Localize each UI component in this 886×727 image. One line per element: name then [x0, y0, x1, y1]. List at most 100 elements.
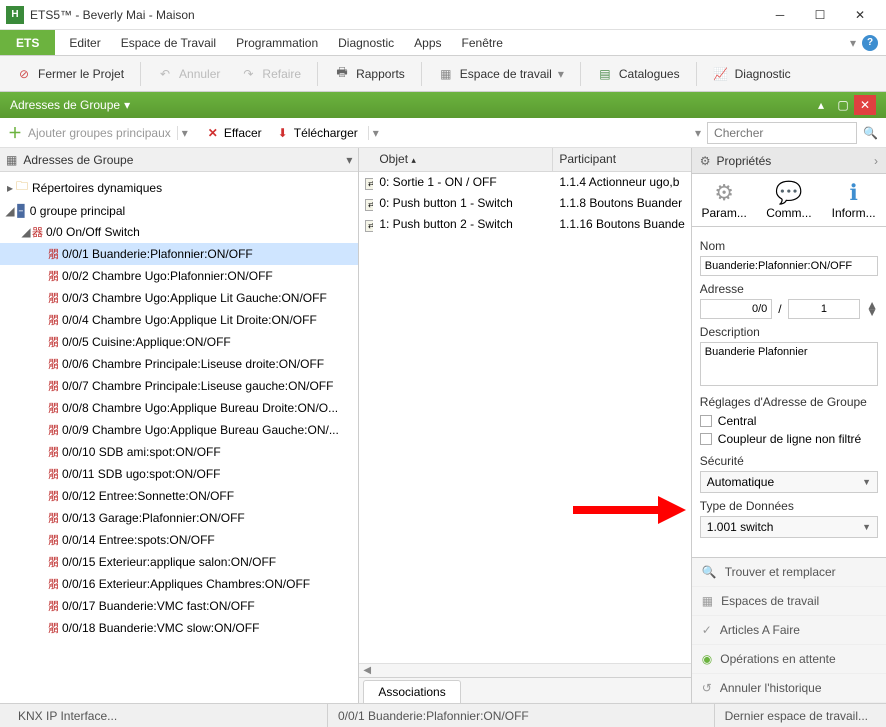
- split-chevron-icon[interactable]: ▾: [177, 126, 188, 140]
- dropdown-chevron-icon[interactable]: ▾: [850, 36, 856, 50]
- security-dropdown[interactable]: Automatique ▼: [700, 471, 878, 493]
- tab-associations[interactable]: Associations: [363, 680, 460, 703]
- menu-bar: ETS Editer Espace de Travail Programmati…: [0, 30, 886, 56]
- filter-chevron-icon[interactable]: ▾: [695, 126, 701, 140]
- search-icon: 🔍: [702, 565, 717, 579]
- tree-group-address[interactable]: 朤0/0/9 Chambre Ugo:Applique Bureau Gauch…: [0, 419, 358, 441]
- catalogs-button[interactable]: ▤ Catalogues: [589, 62, 688, 86]
- status-interface[interactable]: KNX IP Interface...: [8, 704, 328, 727]
- minimize-button[interactable]: ─: [760, 1, 800, 29]
- tree-group-address[interactable]: 朤0/0/5 Cuisine:Applique:ON/OFF: [0, 331, 358, 353]
- tab-info[interactable]: ℹ Inform...: [821, 178, 886, 222]
- tree-mid-group[interactable]: ◢器0/0 On/Off Switch: [0, 221, 358, 243]
- chevron-right-icon[interactable]: ›: [874, 154, 878, 168]
- close-button[interactable]: ✕: [840, 1, 880, 29]
- spinner-down-icon[interactable]: ▼: [866, 309, 878, 316]
- tree-group-address[interactable]: 朤0/0/16 Exterieur:Appliques Chambres:ON/…: [0, 573, 358, 595]
- title-bar: H ETS5™ - Beverly Mai - Maison ─ ☐ ✕: [0, 0, 886, 30]
- menu-diagnostic[interactable]: Diagnostic: [328, 30, 404, 55]
- tree-group-address[interactable]: 朤0/0/15 Exterieur:applique salon:ON/OFF: [0, 551, 358, 573]
- tree-group-address[interactable]: 朤0/0/7 Chambre Principale:Liseuse gauche…: [0, 375, 358, 397]
- checkbox-central-label: Central: [718, 414, 757, 428]
- redo-button[interactable]: ↷ Refaire: [232, 62, 309, 86]
- menu-programming[interactable]: Programmation: [226, 30, 328, 55]
- workspace-button[interactable]: ▦ Espace de travail ▾: [430, 62, 572, 86]
- col-object[interactable]: Objet ▴: [373, 148, 553, 171]
- link-pending[interactable]: ◉ Opérations en attente: [692, 645, 886, 674]
- tree-group-address[interactable]: 朤0/0/8 Chambre Ugo:Applique Bureau Droit…: [0, 397, 358, 419]
- chevron-down-icon[interactable]: ▾: [124, 98, 130, 112]
- link-undo-history[interactable]: ↺ Annuler l'historique: [692, 674, 886, 703]
- tree-dynamic-folders[interactable]: ▸🗀Répertoires dynamiques: [0, 174, 358, 201]
- menu-apps[interactable]: Apps: [404, 30, 451, 55]
- panel-close-button[interactable]: ✕: [854, 95, 876, 115]
- datatype-dropdown[interactable]: 1.001 switch ▼: [700, 516, 878, 538]
- tree-header[interactable]: ▦ Adresses de Groupe ▾: [0, 148, 358, 172]
- table-row[interactable]: ⇄0: Sortie 1 - ON / OFF1.1.4 Actionneur …: [359, 172, 690, 193]
- download-button[interactable]: Télécharger: [294, 126, 358, 140]
- tree-group-address[interactable]: 朤0/0/3 Chambre Ugo:Applique Lit Gauche:O…: [0, 287, 358, 309]
- undo-button[interactable]: ↶ Annuler: [149, 62, 228, 86]
- description-field[interactable]: Buanderie Plafonnier: [700, 342, 878, 386]
- link-todo[interactable]: ✓ Articles A Faire: [692, 616, 886, 645]
- panel-collapse-button[interactable]: ▴: [810, 95, 832, 115]
- link-workspaces[interactable]: ▦ Espaces de travail: [692, 587, 886, 616]
- label-name: Nom: [700, 239, 878, 253]
- tree-group-address[interactable]: 朤0/0/1 Buanderie:Plafonnier:ON/OFF: [0, 243, 358, 265]
- address-main-field[interactable]: [700, 299, 773, 319]
- security-value: Automatique: [707, 475, 774, 489]
- help-icon[interactable]: ?: [862, 35, 878, 51]
- scroll-left-icon[interactable]: ◀: [363, 665, 371, 676]
- delete-button[interactable]: Effacer: [224, 126, 262, 140]
- menu-workspace[interactable]: Espace de Travail: [111, 30, 226, 55]
- menu-edit[interactable]: Editer: [59, 30, 110, 55]
- diagnostic-button[interactable]: 📈 Diagnostic: [705, 62, 799, 86]
- tree-group-address[interactable]: 朤0/0/17 Buanderie:VMC fast:ON/OFF: [0, 595, 358, 617]
- table-header: Objet ▴ Participant: [359, 148, 690, 172]
- maximize-button[interactable]: ☐: [800, 1, 840, 29]
- add-groups-button[interactable]: Ajouter groupes principaux: [28, 126, 171, 140]
- search-input[interactable]: [707, 122, 857, 144]
- table-row[interactable]: ⇄0: Push button 1 - Switch1.1.8 Boutons …: [359, 193, 690, 214]
- search-icon[interactable]: 🔍: [863, 126, 878, 140]
- table-body[interactable]: ⇄0: Sortie 1 - ON / OFF1.1.4 Actionneur …: [359, 172, 690, 663]
- close-project-label: Fermer le Projet: [38, 67, 124, 81]
- split-chevron-icon[interactable]: ▾: [368, 126, 379, 140]
- reports-button[interactable]: 🖶 Rapports: [326, 62, 413, 86]
- name-field[interactable]: [700, 256, 878, 276]
- tree-group-address[interactable]: 朤0/0/12 Entree:Sonnette:ON/OFF: [0, 485, 358, 507]
- ets-menu-button[interactable]: ETS: [0, 30, 55, 55]
- col-participant[interactable]: Participant: [553, 148, 690, 171]
- catalog-icon: ▤: [597, 66, 613, 82]
- tree-group-address[interactable]: 朤0/0/6 Chambre Principale:Liseuse droite…: [0, 353, 358, 375]
- comment-icon: 💬: [775, 180, 802, 206]
- tree-group-address[interactable]: 朤0/0/11 SDB ugo:spot:ON/OFF: [0, 463, 358, 485]
- tab-comments[interactable]: 💬 Comm...: [757, 178, 822, 222]
- gear-icon: ⚙: [714, 180, 734, 206]
- checkbox-icon: [700, 415, 712, 427]
- reports-label: Rapports: [356, 67, 405, 81]
- tab-parameters[interactable]: ⚙ Param...: [692, 178, 757, 222]
- tree-main-group[interactable]: ◢🁢0 groupe principal: [0, 201, 358, 221]
- tab-parameters-label: Param...: [701, 206, 746, 220]
- menu-window[interactable]: Fenêtre: [452, 30, 513, 55]
- status-last-workspace[interactable]: Dernier espace de travail...: [715, 704, 878, 727]
- tree-group-address[interactable]: 朤0/0/18 Buanderie:VMC slow:ON/OFF: [0, 617, 358, 639]
- table-row[interactable]: ⇄1: Push button 2 - Switch1.1.16 Boutons…: [359, 214, 690, 235]
- panel-layout-button[interactable]: ▢: [832, 95, 854, 115]
- tree[interactable]: ▸🗀Répertoires dynamiques◢🁢0 groupe princ…: [0, 172, 358, 703]
- address-sub-field[interactable]: [788, 299, 861, 319]
- tree-group-address[interactable]: 朤0/0/10 SDB ami:spot:ON/OFF: [0, 441, 358, 463]
- label-description: Description: [700, 325, 878, 339]
- chevron-down-icon: ▼: [862, 522, 871, 532]
- tree-group-address[interactable]: 朤0/0/13 Garage:Plafonnier:ON/OFF: [0, 507, 358, 529]
- close-project-button[interactable]: ⊘ Fermer le Projet: [8, 62, 132, 86]
- tree-panel: ▦ Adresses de Groupe ▾ ▸🗀Répertoires dyn…: [0, 148, 359, 703]
- tree-group-address[interactable]: 朤0/0/14 Entree:spots:ON/OFF: [0, 529, 358, 551]
- app-icon: H: [6, 6, 24, 24]
- tree-group-address[interactable]: 朤0/0/2 Chambre Ugo:Plafonnier:ON/OFF: [0, 265, 358, 287]
- link-find-replace[interactable]: 🔍 Trouver et remplacer: [692, 558, 886, 587]
- checkbox-central[interactable]: Central: [700, 412, 878, 430]
- checkbox-coupler[interactable]: Coupleur de ligne non filtré: [700, 430, 878, 448]
- tree-group-address[interactable]: 朤0/0/4 Chambre Ugo:Applique Lit Droite:O…: [0, 309, 358, 331]
